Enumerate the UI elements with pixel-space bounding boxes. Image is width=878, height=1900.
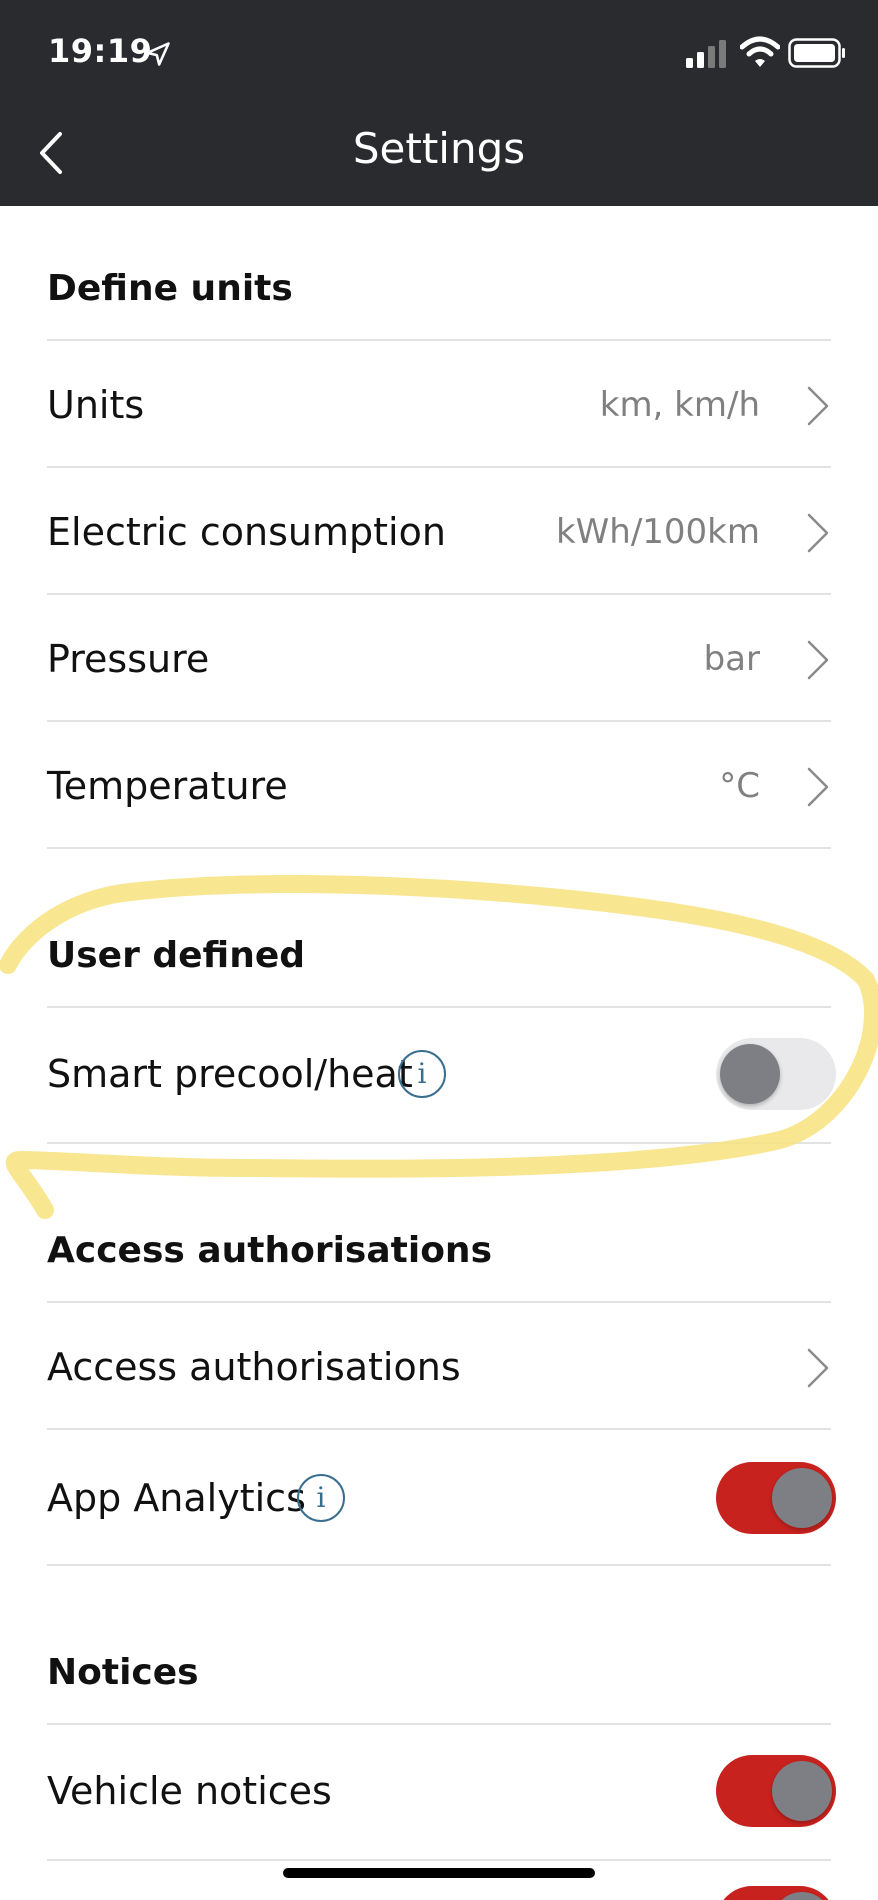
divider (47, 847, 831, 849)
top-bar: 19:19 Settings (0, 0, 878, 206)
row-label: Access authorisations (47, 1345, 461, 1389)
row-label: Vehicle notices (47, 1769, 332, 1813)
home-indicator (283, 1868, 595, 1878)
chevron-right-icon (807, 513, 829, 553)
row-pressure[interactable]: Pressure bar (0, 597, 878, 721)
smart-precool-heat-toggle[interactable] (716, 1038, 836, 1110)
row-label: App Analytics (47, 1476, 306, 1520)
row-access-authorisations[interactable]: Access authorisations (0, 1305, 878, 1429)
toggle-knob (720, 1044, 780, 1104)
row-value: °C (719, 766, 760, 806)
section-header-user-defined: User defined (47, 935, 306, 976)
divider (47, 339, 831, 341)
row-value: bar (703, 639, 760, 679)
divider (47, 593, 831, 595)
row-label: Smart precool/heat (47, 1052, 413, 1096)
chevron-right-icon (807, 640, 829, 680)
row-electric-consumption[interactable]: Electric consumption kWh/100km (0, 470, 878, 594)
section-header-notices: Notices (47, 1652, 199, 1693)
toggle-knob (772, 1892, 832, 1900)
row-smart-precool-heat: Smart precool/heat i (0, 1012, 878, 1136)
status-time: 19:19 (48, 32, 153, 70)
settings-screen: 19:19 Settings Define units Units km, km… (0, 0, 878, 1900)
row-label: Pressure (47, 637, 210, 681)
location-arrow-icon (146, 42, 170, 66)
divider (47, 720, 831, 722)
page-title: Settings (352, 124, 526, 173)
row-label: Units (47, 383, 145, 427)
info-icon[interactable]: i (297, 1474, 345, 1522)
battery-icon (788, 38, 845, 68)
vehicle-notices-toggle[interactable] (716, 1755, 836, 1827)
next-row-toggle[interactable] (716, 1886, 836, 1900)
divider (47, 1723, 831, 1725)
section-header-define-units: Define units (47, 268, 293, 309)
chevron-right-icon (807, 1348, 829, 1388)
divider (47, 1428, 831, 1430)
row-app-analytics: App Analytics i (0, 1434, 878, 1562)
row-value: km, km/h (599, 385, 760, 425)
app-analytics-toggle[interactable] (716, 1462, 836, 1534)
divider (47, 1142, 831, 1144)
divider (47, 1564, 831, 1566)
row-label: Temperature (47, 764, 288, 808)
wifi-icon (740, 36, 780, 67)
chevron-right-icon (807, 386, 829, 426)
divider (47, 466, 831, 468)
chevron-right-icon (807, 767, 829, 807)
row-vehicle-notices: Vehicle notices (0, 1729, 878, 1853)
row-temperature[interactable]: Temperature °C (0, 724, 878, 848)
toggle-knob (772, 1761, 832, 1821)
row-label: Electric consumption (47, 510, 446, 554)
divider (47, 1301, 831, 1303)
row-units[interactable]: Units km, km/h (0, 343, 878, 467)
cellular-signal-icon (686, 40, 726, 68)
info-icon[interactable]: i (398, 1050, 446, 1098)
row-value: kWh/100km (555, 512, 760, 552)
divider (47, 1859, 831, 1861)
section-header-access-authorisations: Access authorisations (47, 1230, 492, 1271)
toggle-knob (772, 1468, 832, 1528)
divider (47, 1006, 831, 1008)
